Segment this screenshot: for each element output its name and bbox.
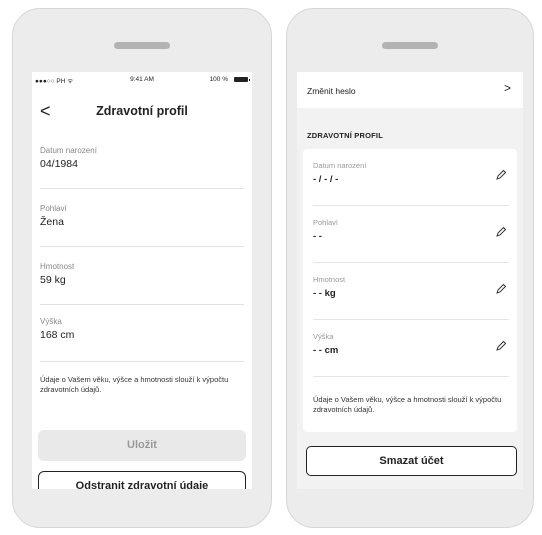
field-birth-date[interactable]: Datum narození 04/1984 [40,146,244,189]
field-label: Výška [40,317,62,326]
speaker-grille [114,42,170,49]
field-value: - - cm [313,345,339,356]
field-label: Datum narození [40,146,97,155]
carrier-signal: ●●●○○ PH ᯤ [35,78,74,85]
speaker-grille [382,42,438,49]
field-label: Hmotnost [40,262,75,271]
field-value: 59 kg [40,274,66,286]
edit-pencil-icon[interactable] [495,226,507,238]
field-label: Pohlaví [40,204,67,213]
status-bar: ●●●○○ PH ᯤ 9:41 AM 100 % [32,74,252,86]
delete-account-button[interactable]: Smazat účet [306,446,517,476]
page-title: Zdravotní profil [96,104,188,118]
edit-pencil-icon[interactable] [495,340,507,352]
health-profile-screen: ●●●○○ PH ᯤ 9:41 AM 100 % < Zdravotní pro… [32,72,252,489]
phone-left: ●●●○○ PH ᯤ 9:41 AM 100 % < Zdravotní pro… [12,8,272,528]
section-title: ZDRAVOTNÍ PROFIL [307,131,383,140]
field-gender[interactable]: Pohlaví Žena [40,204,244,247]
field-weight[interactable]: Hmotnost - - kg [313,263,509,320]
field-birth-date[interactable]: Datum narození - / - / - [313,149,509,206]
health-profile-card: Datum narození - / - / - Pohlaví - - Hmo… [303,149,517,432]
field-value: - / - / - [313,174,339,185]
remove-health-data-button[interactable]: Odstranit zdravotní údaje [38,471,246,489]
phone-right: Změnit heslo > ZDRAVOTNÍ PROFIL Datum na… [286,8,534,528]
battery-percent: 100 % [209,76,228,83]
field-height[interactable]: Výška 168 cm [40,317,244,362]
field-label: Datum narození [313,161,367,170]
field-value: - - [313,231,322,242]
field-value: 04/1984 [40,158,78,170]
field-value: 168 cm [40,329,75,341]
field-weight[interactable]: Hmotnost 59 kg [40,262,244,305]
account-settings-screen: Změnit heslo > ZDRAVOTNÍ PROFIL Datum na… [297,72,523,489]
change-password-row[interactable]: Změnit heslo > [297,72,523,108]
info-note: Údaje o Vašem věku, výšce a hmotnosti sl… [40,375,229,394]
field-value: - - kg [313,288,336,299]
chevron-right-icon[interactable]: > [504,81,511,95]
save-button[interactable]: Uložit [38,430,246,461]
edit-pencil-icon[interactable] [495,169,507,181]
nav-bar: < Zdravotní profil [32,100,252,124]
field-gender[interactable]: Pohlaví - - [313,206,509,263]
info-note: Údaje o Vašem věku, výšce a hmotnosti sl… [313,395,502,414]
edit-pencil-icon[interactable] [495,283,507,295]
field-label: Pohlaví [313,218,339,227]
change-password-label: Změnit heslo [307,86,356,96]
battery-icon [234,77,250,82]
clock: 9:41 AM [130,76,154,83]
field-height[interactable]: Výška - - cm [313,320,509,377]
field-value: Žena [40,216,64,228]
field-label: Výška [313,332,334,341]
field-label: Hmotnost [313,275,346,284]
